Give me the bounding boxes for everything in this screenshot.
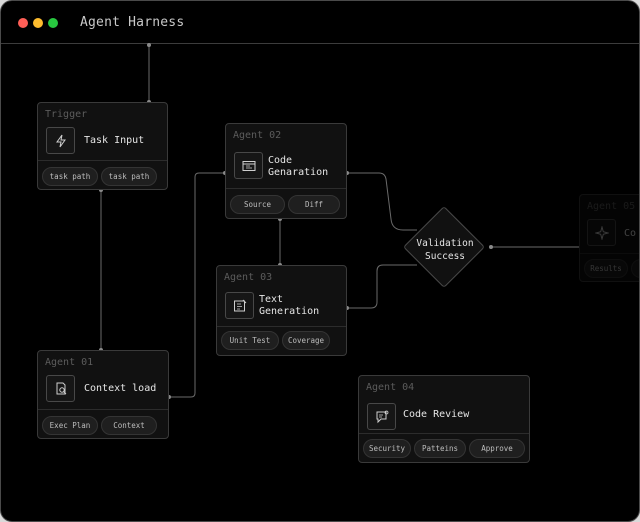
node-divider xyxy=(226,188,346,189)
node-divider xyxy=(580,253,639,254)
tag-context[interactable]: Context xyxy=(101,416,157,435)
node-tags: Unit Test Coverage xyxy=(221,331,330,350)
tag-security[interactable]: Security xyxy=(363,439,411,458)
node-header: Trigger xyxy=(45,109,88,120)
node-header: Agent 04 xyxy=(366,382,415,393)
node-tags: Exec Plan Context xyxy=(42,416,157,435)
edge-agent03-to-decision xyxy=(347,264,417,309)
tag-source[interactable]: Source xyxy=(230,195,285,214)
text-edit-icon xyxy=(225,292,254,319)
trigger-node[interactable]: Trigger Task Input task path task path xyxy=(37,102,168,190)
node-tags: Results R xyxy=(584,259,639,278)
tag-coverage[interactable]: Coverage xyxy=(282,331,330,350)
tag-patteins[interactable]: Patteins xyxy=(414,439,466,458)
edge-dot xyxy=(147,43,151,47)
tag-diff[interactable]: Diff xyxy=(288,195,340,214)
agent-03-node[interactable]: Agent 03 Text Generation Unit Test Cover… xyxy=(216,265,347,356)
review-chat-icon xyxy=(367,403,396,430)
tag-partial[interactable]: R xyxy=(631,259,639,278)
node-tags: task path task path xyxy=(42,167,157,186)
agent-05-node[interactable]: Agent 05 Co Results R xyxy=(579,194,639,282)
decision-label: Validation Success xyxy=(416,238,474,262)
node-divider xyxy=(217,326,346,327)
node-title: Task Input xyxy=(84,135,145,146)
app-window: Agent Harness Trigger Task Input task pa… xyxy=(0,0,640,522)
node-header: Agent 05 xyxy=(587,201,636,212)
node-header: Agent 03 xyxy=(224,272,273,283)
node-title: Context load xyxy=(84,383,157,394)
agent-02-node[interactable]: Agent 02 Code Genaration Source Diff xyxy=(225,123,347,219)
node-tags: Security Patteins Approve xyxy=(363,439,525,458)
tag-results[interactable]: Results xyxy=(584,259,628,278)
tag-approve[interactable]: Approve xyxy=(469,439,525,458)
edge-agent02-to-decision xyxy=(347,172,417,231)
tag-unit-test[interactable]: Unit Test xyxy=(221,331,279,350)
sparkle-icon xyxy=(587,219,616,246)
workflow-edges xyxy=(99,43,579,399)
code-window-icon xyxy=(234,152,263,179)
agent-04-node[interactable]: Agent 04 Code Review Security Patteins A… xyxy=(358,375,530,463)
node-title: Co xyxy=(624,228,637,239)
node-header: Agent 01 xyxy=(45,357,94,368)
tag-exec-plan[interactable]: Exec Plan xyxy=(42,416,98,435)
node-tags: Source Diff xyxy=(230,195,340,214)
node-title: Text Generation xyxy=(259,294,320,317)
node-divider xyxy=(38,409,168,410)
tag-task-path[interactable]: task path xyxy=(42,167,98,186)
lightning-icon xyxy=(46,127,75,154)
node-title: Code Review xyxy=(403,409,470,420)
agent-01-node[interactable]: Agent 01 Context load Exec Plan Context xyxy=(37,350,169,439)
node-divider xyxy=(359,433,529,434)
node-divider xyxy=(38,160,167,161)
node-header: Agent 02 xyxy=(233,130,282,141)
node-title: Code Genaration xyxy=(268,155,329,178)
tag-task-path[interactable]: task path xyxy=(101,167,157,186)
document-search-icon xyxy=(46,375,75,402)
